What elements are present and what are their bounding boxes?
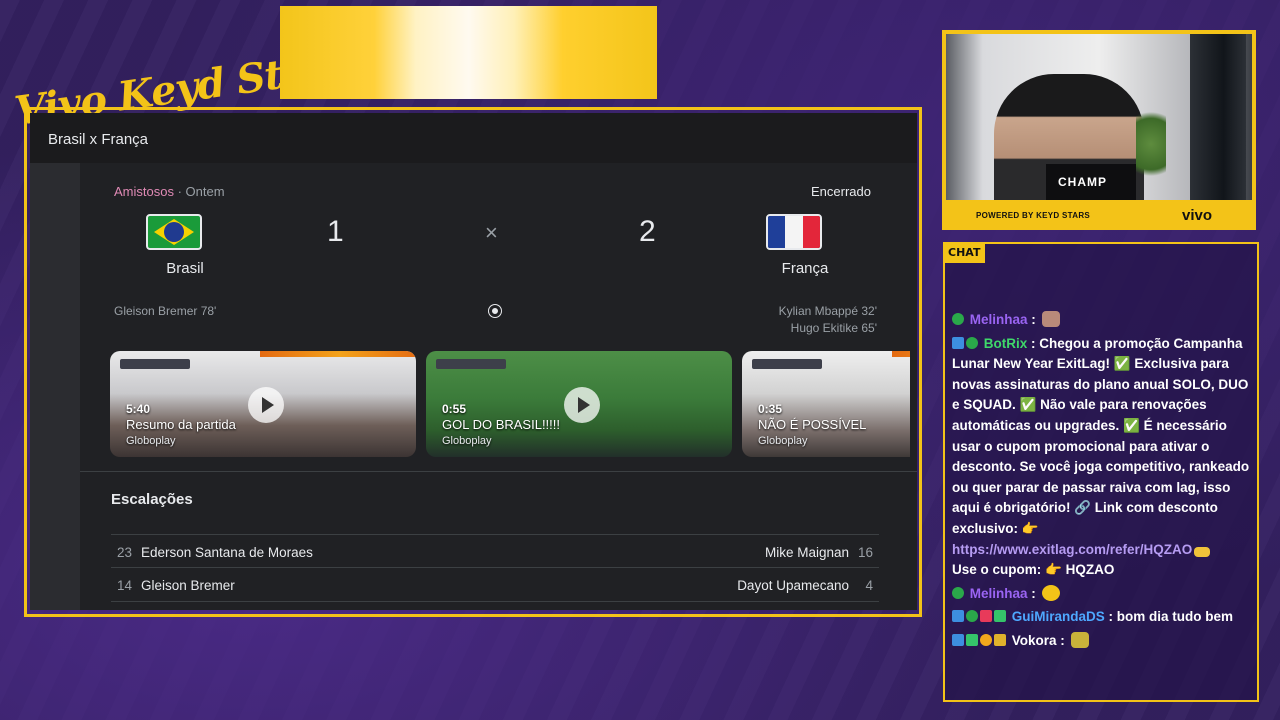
chat-text: bom dia tudo bem (1116, 609, 1234, 625)
home-player-name[interactable]: Gleison Bremer (141, 578, 235, 593)
home-team-name[interactable]: Brasil (130, 260, 240, 277)
top-banner (280, 6, 657, 99)
chat-message: Melinhaa : (952, 584, 1254, 605)
emote-icon (1041, 311, 1060, 327)
webcam-feed: CHAMP (946, 34, 1252, 200)
webcam-frame: CHAMP POWERED BY KEYD STARS vivo (942, 30, 1256, 230)
chat-panel: CHAT Melinhaa : BotRix : Chegou a promoç… (943, 242, 1259, 702)
verified-badge-icon (966, 336, 978, 349)
page-title[interactable]: Brasil x França (30, 113, 917, 163)
brazil-flag-icon[interactable] (146, 214, 202, 250)
chat-username[interactable]: Melinhaa (970, 312, 1028, 327)
chat-link[interactable]: https://www.exitlag.com/refer/HQZAO (952, 542, 1192, 557)
chat-text: Use o cupom: 👉 HQZAO (952, 562, 1115, 578)
gift-badge-icon (994, 610, 1006, 623)
play-icon[interactable] (564, 387, 600, 423)
video-duration: 0:55 (442, 402, 467, 416)
sponsor-bar: POWERED BY KEYD STARS vivo (946, 204, 1252, 226)
keyd-stars-logo: KEYD STARS (1036, 210, 1091, 220)
video-card[interactable]: 0:35 NÃO É POSSÍVEL Globoplay (742, 351, 910, 457)
verified-badge-icon (952, 586, 964, 599)
home-player-number: 23 (117, 545, 133, 560)
meta-separator: · (177, 184, 186, 199)
home-player-name[interactable]: Ederson Santana de Moraes (141, 545, 313, 560)
colon: : (1031, 312, 1040, 327)
away-scorer: Hugo Ekitike 65' (790, 321, 877, 335)
chat-message: Vokora : (952, 631, 1254, 652)
video-duration: 0:35 (758, 402, 783, 416)
chat-message: Melinhaa : (952, 310, 1254, 331)
competition-label[interactable]: Amistosos (114, 184, 174, 199)
prime-badge-icon (994, 633, 1006, 646)
scorebug (752, 359, 822, 369)
lineups-heading: Escalações (111, 491, 193, 508)
away-scorer: Kylian Mbappé 32' (778, 304, 877, 318)
chat-username[interactable]: Melinhaa (970, 586, 1028, 601)
colon: : (1108, 609, 1117, 625)
emote-icon (1041, 584, 1060, 601)
chat-messages[interactable]: Melinhaa : BotRix : Chegou a promoção Ca… (952, 310, 1254, 655)
scorebug (120, 359, 190, 369)
home-player-number: 14 (117, 578, 133, 593)
home-scorer: Gleison Bremer 78' (114, 304, 217, 318)
soccer-ball-icon (489, 305, 501, 317)
match-screen: Brasil x França Amistosos · Ontem Encerr… (30, 113, 917, 610)
powered-by-label: POWERED BY (976, 210, 1034, 220)
video-carousel: 5:40 Resumo da partida Globoplay 0:55 GO… (110, 351, 910, 457)
video-title: GOL DO BRASIL!!!!! (442, 417, 560, 432)
away-player-name[interactable]: Mike Maignan (765, 545, 849, 560)
away-player-name[interactable]: Dayot Upamecano (737, 578, 849, 593)
chat-username[interactable]: Vokora (1012, 633, 1057, 648)
chat-username[interactable]: BotRix (984, 336, 1028, 351)
bot-badge-icon (952, 633, 964, 646)
colon: : (1031, 585, 1040, 601)
section-divider (80, 471, 917, 472)
bot-badge-icon (952, 336, 964, 349)
video-duration: 5:40 (126, 402, 151, 416)
video-source: Globoplay (126, 435, 176, 447)
left-rail (30, 163, 80, 610)
video-title: Resumo da partida (126, 417, 236, 432)
video-card[interactable]: 0:55 GOL DO BRASIL!!!!! Globoplay (426, 351, 732, 457)
chat-message: GuiMirandaDS : bom dia tudo bem (952, 607, 1254, 628)
france-flag-icon[interactable] (766, 214, 822, 250)
lineup-row[interactable]: 23 Ederson Santana de Moraes Mike Maignan… (111, 534, 879, 568)
lineup-row[interactable]: 14 Gleison Bremer Dayot Upamecano 4 (111, 568, 879, 602)
match-meta: Amistosos · Ontem (114, 184, 225, 199)
vivo-logo: vivo (1181, 206, 1212, 224)
chat-username[interactable]: GuiMirandaDS (1012, 609, 1105, 624)
away-player-number: 4 (865, 578, 873, 593)
chat-label: CHAT (943, 242, 986, 263)
home-score: 1 (327, 215, 344, 248)
away-score: 2 (639, 215, 656, 248)
chair-logo: CHAMP (1058, 175, 1107, 189)
chat-message: BotRix : Chegou a promoção Campanha Luna… (952, 334, 1254, 581)
emote-icon (1070, 631, 1089, 648)
curtain (1190, 34, 1246, 200)
away-team-name[interactable]: França (750, 260, 860, 277)
away-player-number: 16 (857, 545, 873, 560)
emote-icon (1194, 546, 1211, 557)
match-date: Ontem (185, 184, 225, 199)
verified-badge-icon (966, 610, 978, 623)
gift-badge-icon (966, 633, 978, 646)
sub-badge-icon (980, 610, 992, 623)
bot-badge-icon (952, 610, 964, 623)
video-card[interactable]: 5:40 Resumo da partida Globoplay (110, 351, 416, 457)
scorebug (436, 359, 506, 369)
video-source: Globoplay (442, 435, 492, 447)
video-title: NÃO É POSSÍVEL (758, 417, 867, 432)
verified-badge-icon (952, 313, 964, 325)
plant (1136, 104, 1166, 184)
score-separator: × (485, 220, 498, 245)
match-status: Encerrado (811, 184, 871, 199)
colon: : (1060, 632, 1069, 648)
bits-badge-icon (980, 633, 992, 646)
chat-text: Chegou a promoção Campanha Lunar New Yea… (952, 335, 1250, 536)
play-icon[interactable] (248, 387, 284, 423)
video-source: Globoplay (758, 435, 808, 447)
